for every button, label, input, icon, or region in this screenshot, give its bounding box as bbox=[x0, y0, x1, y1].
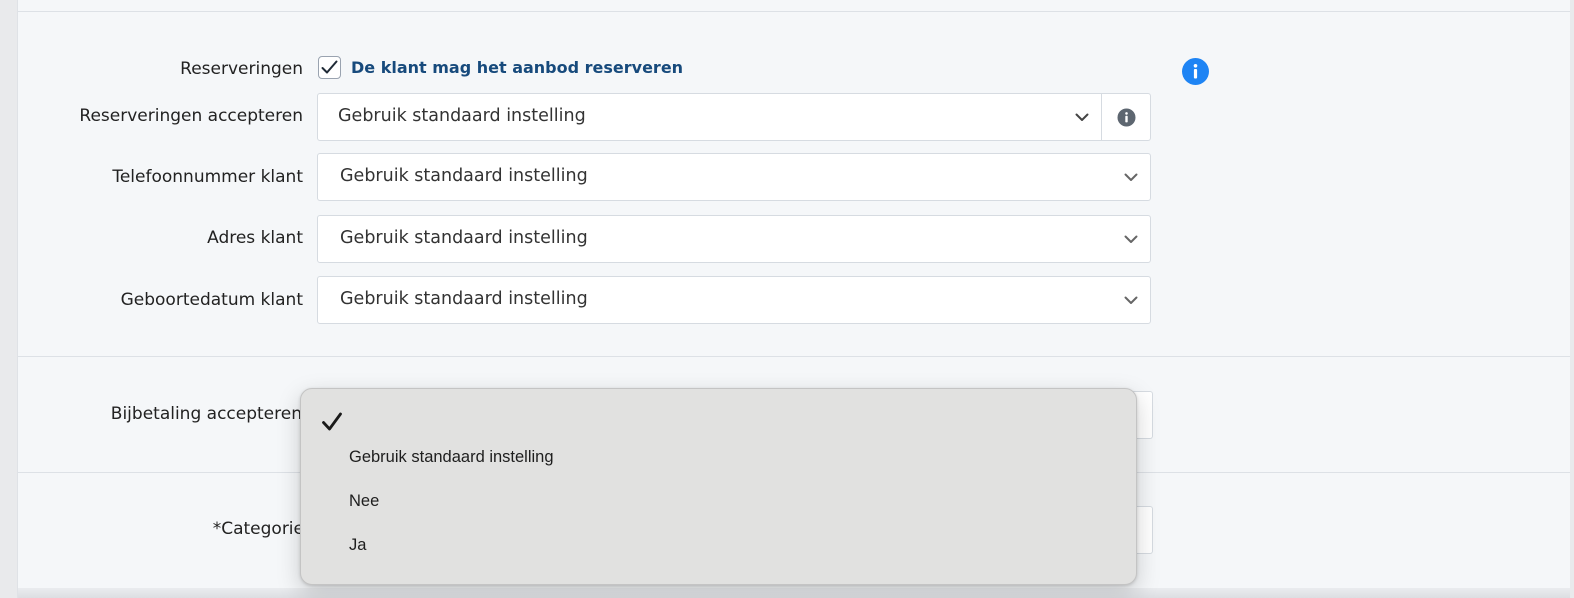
category-label-text: Categorie bbox=[221, 519, 304, 539]
section-divider bbox=[18, 356, 1570, 357]
birthdate-value: Gebruik standaard instelling bbox=[340, 289, 588, 309]
surcharge-dropdown-menu: Gebruik standaard instelling Nee Ja bbox=[300, 388, 1137, 585]
accept-reservations-select[interactable]: Gebruik standaard instelling bbox=[317, 93, 1102, 141]
left-edge bbox=[0, 0, 18, 598]
birthdate-label: Geboortedatum klant bbox=[120, 290, 303, 310]
address-select[interactable]: Gebruik standaard instelling bbox=[317, 215, 1151, 263]
required-mark: * bbox=[212, 519, 222, 539]
right-edge bbox=[1570, 0, 1574, 598]
dropdown-option-ja[interactable]: Ja bbox=[349, 536, 366, 555]
info-circle-icon[interactable] bbox=[1182, 58, 1209, 85]
bottom-shadow bbox=[18, 588, 1570, 598]
phone-label: Telefoonnummer klant bbox=[112, 167, 303, 187]
chevron-down-icon bbox=[1124, 173, 1138, 181]
section-divider bbox=[18, 11, 1570, 12]
accept-reservations-label: Reserveringen accepteren bbox=[79, 106, 303, 126]
phone-select[interactable]: Gebruik standaard instelling bbox=[317, 153, 1151, 201]
accept-reservations-value: Gebruik standaard instelling bbox=[338, 106, 586, 126]
chevron-down-icon bbox=[1075, 113, 1089, 121]
checkmark-icon bbox=[322, 412, 342, 431]
surcharge-label: Bijbetaling accepteren bbox=[110, 404, 302, 424]
reservations-label: Reserveringen bbox=[180, 59, 303, 79]
dropdown-option-nee[interactable]: Nee bbox=[349, 492, 379, 511]
address-value: Gebruik standaard instelling bbox=[340, 228, 588, 248]
chevron-down-icon bbox=[1124, 235, 1138, 243]
phone-value: Gebruik standaard instelling bbox=[340, 166, 588, 186]
info-circle-icon bbox=[1117, 108, 1135, 126]
accept-reservations-info-button[interactable] bbox=[1101, 93, 1151, 141]
checkmark-icon bbox=[321, 60, 338, 74]
reservations-checkbox[interactable] bbox=[318, 56, 341, 79]
birthdate-select[interactable]: Gebruik standaard instelling bbox=[317, 276, 1151, 324]
dropdown-option-default[interactable]: Gebruik standaard instelling bbox=[349, 448, 554, 467]
chevron-down-icon bbox=[1124, 296, 1138, 304]
address-label: Adres klant bbox=[207, 228, 303, 248]
reservations-checkbox-label[interactable]: De klant mag het aanbod reserveren bbox=[351, 58, 683, 77]
category-label: *Categorie bbox=[213, 519, 304, 539]
